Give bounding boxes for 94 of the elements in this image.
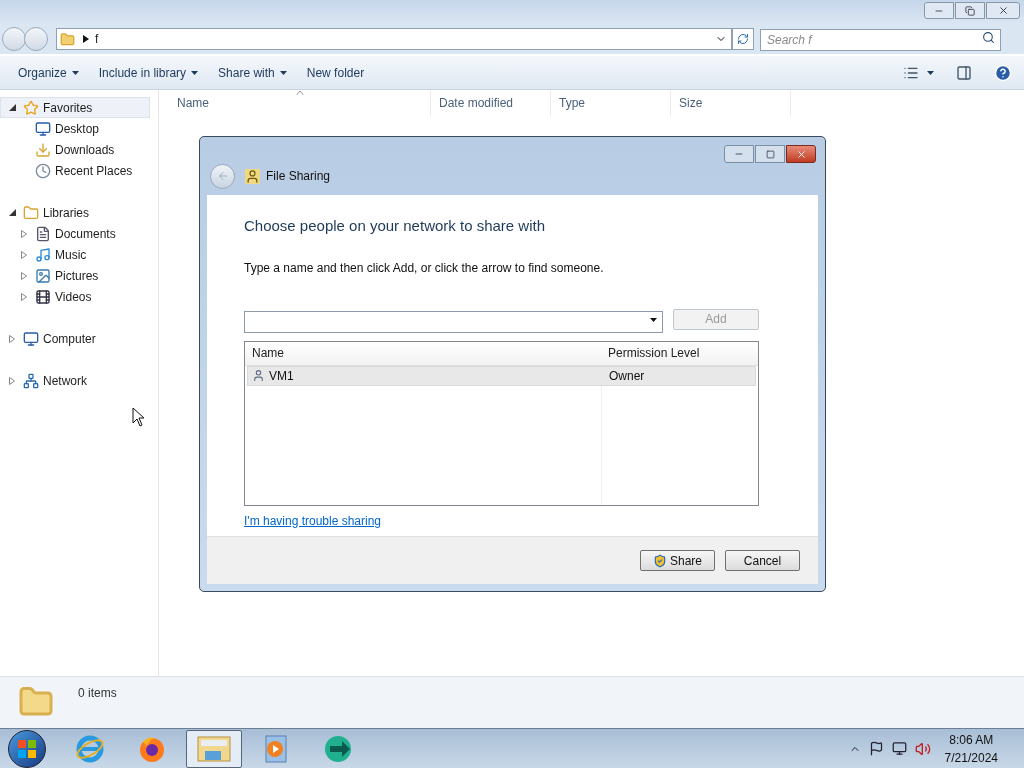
star-icon: [23, 99, 39, 116]
users-icon: [245, 168, 260, 184]
help-icon: [994, 63, 1012, 82]
taskbar-app[interactable]: [186, 729, 242, 768]
caret-icon: [191, 70, 199, 75]
user-name: VM1: [269, 367, 294, 385]
cancel-button[interactable]: Cancel: [725, 550, 800, 571]
expanded-arrow-icon[interactable]: [9, 104, 16, 111]
clock-date: 7/21/2024: [944, 749, 998, 767]
dialog-title: File Sharing: [266, 168, 331, 185]
trouble-sharing-link[interactable]: I'm having trouble sharing: [244, 511, 382, 530]
column-header[interactable]: Date modified: [431, 90, 551, 116]
expanded-arrow-icon[interactable]: [9, 209, 16, 216]
folder-window-icon: [197, 734, 231, 763]
sidebar-item[interactable]: Recent Places: [0, 160, 150, 181]
windows-logo-icon: [18, 739, 36, 758]
dialog-heading: Choose people on your network to share with: [244, 216, 546, 236]
name-combo-box[interactable]: [244, 310, 663, 333]
back-button[interactable]: [2, 27, 26, 51]
column-header[interactable]: Size: [671, 90, 791, 116]
film-icon: [35, 288, 51, 305]
column-header[interactable]: Type: [551, 90, 671, 116]
download-folder-icon: [35, 141, 51, 158]
collapsed-arrow-icon[interactable]: [21, 229, 27, 238]
flag-icon: [868, 741, 884, 756]
close-button[interactable]: [786, 145, 816, 163]
collapsed-arrow-icon[interactable]: [21, 250, 27, 259]
sidebar-item[interactable]: Desktop: [0, 118, 150, 139]
close-icon: [795, 148, 807, 160]
minimize-button[interactable]: [924, 2, 954, 19]
folder-icon: [60, 31, 75, 47]
toolbar-button[interactable]: Include in library: [88, 60, 209, 85]
sidebar-item[interactable]: Computer: [0, 328, 150, 349]
collapsed-arrow-icon[interactable]: [21, 271, 27, 280]
monitor-icon: [23, 330, 39, 347]
monitor-icon: [35, 120, 51, 137]
toolbar-button[interactable]: Organize: [8, 60, 89, 85]
music-note-icon: [35, 246, 51, 263]
caret-icon: [71, 70, 79, 75]
item-count: 0 items: [78, 685, 117, 702]
caret-icon: [927, 70, 934, 75]
toolbar-button[interactable]: New folder: [296, 60, 375, 85]
column-header[interactable]: Name: [245, 344, 602, 362]
collapsed-arrow-icon[interactable]: [9, 376, 15, 385]
caret-icon: [279, 70, 287, 75]
collapsed-arrow-icon[interactable]: [9, 334, 15, 343]
media-play-icon: [263, 734, 289, 763]
breadcrumb-arrow-icon: [83, 35, 89, 43]
clock-icon: [35, 162, 51, 179]
address-text: f: [95, 31, 99, 48]
sidebar-item[interactable]: Libraries: [0, 202, 150, 223]
maximize-button[interactable]: [755, 145, 785, 163]
close-button[interactable]: [986, 2, 1020, 19]
globe-e-icon: [75, 733, 105, 764]
sidebar-item[interactable]: Network: [0, 370, 150, 391]
column-header[interactable]: Name: [169, 90, 431, 116]
minimize-button[interactable]: [724, 145, 754, 163]
refresh-icon: [737, 33, 749, 45]
collapsed-arrow-icon[interactable]: [21, 292, 27, 301]
permission-level: Owner: [608, 367, 646, 385]
restore-icon: [965, 5, 975, 16]
refresh-button[interactable]: [732, 28, 754, 50]
search-field[interactable]: Search f: [760, 29, 1001, 51]
close-icon: [997, 5, 1009, 16]
sidebar-item[interactable]: Pictures: [0, 265, 150, 286]
folder-icon: [23, 204, 39, 221]
maximize-icon: [765, 149, 775, 159]
search-icon: [982, 31, 995, 44]
forward-button[interactable]: [24, 27, 48, 51]
back-arrow-icon: [216, 170, 229, 182]
network-monitor-icon: [891, 741, 907, 756]
clock-time: 8:06 AM: [949, 731, 994, 749]
sidebar-item[interactable]: Documents: [0, 223, 150, 244]
back-button[interactable]: [210, 163, 235, 189]
start-button[interactable]: [8, 729, 46, 768]
network-icon: [23, 372, 39, 389]
shield-icon: [653, 553, 667, 568]
instruction-text: Type a name and then click Add, or click the arrow to find someone.: [244, 259, 605, 277]
sidebar-item[interactable]: Videos: [0, 286, 150, 307]
sidebar-item[interactable]: Downloads: [0, 139, 150, 160]
preview-pane-icon: [956, 64, 972, 81]
list-row[interactable]: VM1 Owner: [247, 365, 756, 386]
document-icon: [35, 225, 51, 242]
image-icon: [35, 267, 51, 284]
column-header[interactable]: Permission Level: [602, 344, 758, 362]
dropdown-caret-icon: [650, 317, 657, 322]
mouse-pointer-icon: [132, 407, 146, 427]
toolbar-button[interactable]: Share with: [208, 60, 297, 85]
user-icon: [252, 369, 265, 382]
share-button[interactable]: Share: [640, 550, 715, 571]
sidebar-item[interactable]: Music: [0, 244, 150, 265]
sidebar-item[interactable]: Favorites: [0, 97, 150, 118]
address-bar[interactable]: f: [56, 28, 732, 50]
restore-button[interactable]: [955, 2, 985, 19]
